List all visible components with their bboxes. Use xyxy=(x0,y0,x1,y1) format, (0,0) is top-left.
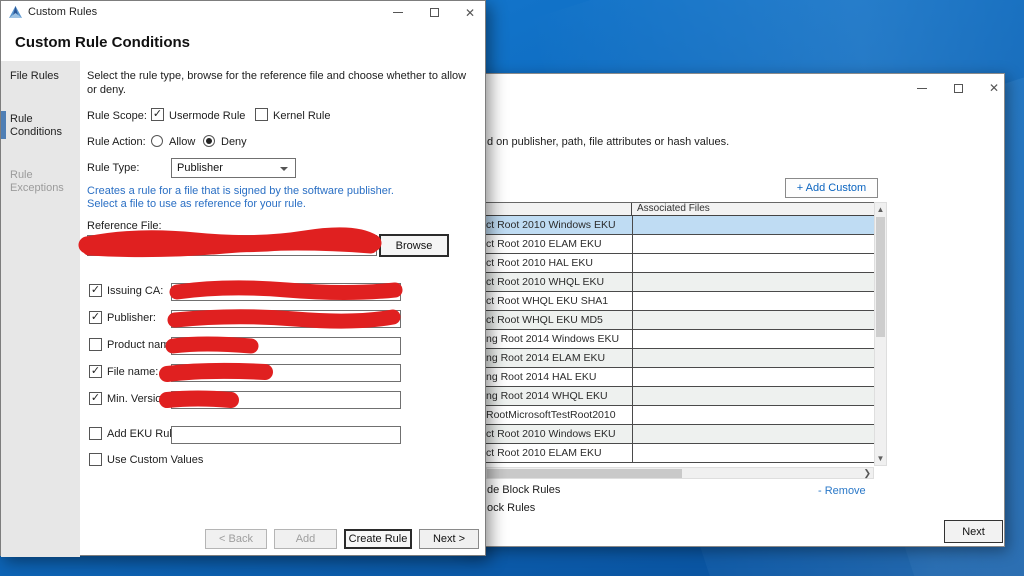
rule-type-value: Publisher xyxy=(177,162,223,174)
product-name-input[interactable] xyxy=(171,337,401,355)
chevron-down-icon xyxy=(280,167,288,171)
file-name-input[interactable] xyxy=(171,364,401,382)
reference-file-input[interactable] xyxy=(87,235,377,256)
min-version-checkbox[interactable]: ✓ xyxy=(89,392,102,405)
eku-rule-input[interactable] xyxy=(171,426,401,444)
allow-label: Allow xyxy=(169,136,195,148)
use-custom-values-label: Use Custom Values xyxy=(107,454,203,466)
maximize-icon[interactable] xyxy=(422,5,446,20)
issuing-ca-checkbox[interactable]: ✓ xyxy=(89,284,102,297)
close-icon[interactable]: ✕ xyxy=(458,5,482,20)
scrollbar-thumb[interactable] xyxy=(487,469,682,478)
table-row[interactable]: RootMicrosoftTestRoot2010 xyxy=(486,406,874,425)
file-rules-window: ✕ d on publisher, path, file attributes … xyxy=(462,73,1005,547)
table-header: Associated Files xyxy=(486,203,874,216)
table-row[interactable]: ct Root 2010 HAL EKU xyxy=(486,254,874,273)
table-row[interactable]: ct Root 2010 Windows EKU xyxy=(486,216,874,235)
product-name-checkbox[interactable] xyxy=(89,338,102,351)
block-rules-checkbox-label-fragment: de Block Rules xyxy=(487,484,560,496)
maximize-icon[interactable] xyxy=(947,80,969,96)
issuing-ca-label: Issuing CA: xyxy=(107,285,163,297)
rules-table[interactable]: Associated Files ct Root 2010 Windows EK… xyxy=(486,202,874,463)
next-button[interactable]: Next xyxy=(944,520,1003,543)
rule-name-column-header xyxy=(486,203,632,215)
custom-rules-dialog: Custom Rules ✕ Custom Rule Conditions Fi… xyxy=(0,0,486,556)
add-button[interactable]: Add xyxy=(274,529,337,549)
publisher-input[interactable] xyxy=(171,310,401,328)
rule-type-hint-line2: Select a file to use as reference for yo… xyxy=(87,198,306,210)
table-row[interactable]: ng Root 2014 WHQL EKU xyxy=(486,387,874,406)
file-name-label: File name: xyxy=(107,366,158,378)
active-step-accent xyxy=(1,111,6,139)
add-eku-rule-checkbox[interactable] xyxy=(89,427,102,440)
rule-scope-label: Rule Scope: xyxy=(87,110,147,122)
table-row[interactable]: ct Root 2010 Windows EKU xyxy=(486,425,874,444)
publisher-label: Publisher: xyxy=(107,312,156,324)
product-name-label: Product name: xyxy=(107,339,179,351)
kernel-rule-label: Kernel Rule xyxy=(273,110,330,122)
dialog-titlebar[interactable]: Custom Rules xyxy=(1,1,485,23)
sidebar-item-file-rules[interactable]: File Rules xyxy=(10,70,59,83)
min-version-input[interactable] xyxy=(171,391,401,409)
rule-action-label: Rule Action: xyxy=(87,136,146,148)
usermode-rule-label: Usermode Rule xyxy=(169,110,245,122)
scroll-down-icon[interactable]: ▼ xyxy=(875,454,886,463)
window-title: Custom Rules xyxy=(28,6,97,18)
next-button[interactable]: Next > xyxy=(419,529,479,549)
add-custom-button[interactable]: + Add Custom xyxy=(785,178,878,198)
usermode-rule-checkbox[interactable]: ✓ xyxy=(151,108,164,121)
table-row[interactable]: ng Root 2014 ELAM EKU xyxy=(486,349,874,368)
create-rule-button[interactable]: Create Rule xyxy=(344,529,412,549)
horizontal-scrollbar[interactable]: ❯ xyxy=(486,467,874,479)
table-row[interactable]: ct Root 2010 ELAM EKU xyxy=(486,235,874,254)
associated-files-column-header: Associated Files xyxy=(632,203,874,215)
reference-file-label: Reference File: xyxy=(87,220,162,232)
page-description-fragment: d on publisher, path, file attributes or… xyxy=(487,136,997,148)
step-description: Select the rule type, browse for the ref… xyxy=(87,69,477,97)
table-row[interactable]: ct Root WHQL EKU SHA1 xyxy=(486,292,874,311)
table-row[interactable]: ng Root 2014 HAL EKU xyxy=(486,368,874,387)
app-logo-icon xyxy=(9,6,22,18)
close-icon[interactable]: ✕ xyxy=(983,80,1005,96)
use-custom-values-checkbox[interactable] xyxy=(89,453,102,466)
scroll-right-icon[interactable]: ❯ xyxy=(863,468,871,479)
deny-label: Deny xyxy=(221,136,247,148)
kernel-rule-checkbox[interactable] xyxy=(255,108,268,121)
table-row[interactable]: ng Root 2014 Windows EKU xyxy=(486,330,874,349)
scroll-up-icon[interactable]: ▲ xyxy=(875,205,886,214)
browse-button[interactable]: Browse xyxy=(379,234,449,257)
issuing-ca-input[interactable] xyxy=(171,283,401,301)
table-row[interactable]: ct Root 2010 ELAM EKU xyxy=(486,444,874,463)
min-version-label: Min. Version: xyxy=(107,393,171,405)
minimize-icon[interactable] xyxy=(386,5,410,20)
add-eku-rule-label: Add EKU Rule: xyxy=(107,428,181,440)
publisher-checkbox[interactable]: ✓ xyxy=(89,311,102,324)
page-title: Custom Rule Conditions xyxy=(15,34,190,51)
back-button[interactable]: < Back xyxy=(205,529,267,549)
sidebar-item-rule-exceptions[interactable]: Rule Exceptions xyxy=(10,169,72,195)
table-row[interactable]: ct Root 2010 WHQL EKU xyxy=(486,273,874,292)
rule-type-hint-line1: Creates a rule for a file that is signed… xyxy=(87,185,394,197)
vertical-scrollbar[interactable]: ▲ ▼ xyxy=(874,202,887,466)
file-name-checkbox[interactable]: ✓ xyxy=(89,365,102,378)
rule-type-dropdown[interactable]: Publisher xyxy=(171,158,296,178)
block-rules-checkbox-label-fragment: ock Rules xyxy=(487,502,535,514)
allow-radio[interactable] xyxy=(151,135,163,147)
sidebar-item-rule-conditions[interactable]: Rule Conditions xyxy=(10,113,72,139)
minimize-icon[interactable] xyxy=(911,80,933,96)
remove-link[interactable]: - Remove xyxy=(818,485,866,497)
wizard-sidebar: File Rules Rule Conditions Rule Exceptio… xyxy=(1,61,80,557)
scrollbar-thumb[interactable] xyxy=(876,217,885,337)
table-row[interactable]: ct Root WHQL EKU MD5 xyxy=(486,311,874,330)
rule-type-label: Rule Type: xyxy=(87,162,139,174)
deny-radio[interactable] xyxy=(203,135,215,147)
